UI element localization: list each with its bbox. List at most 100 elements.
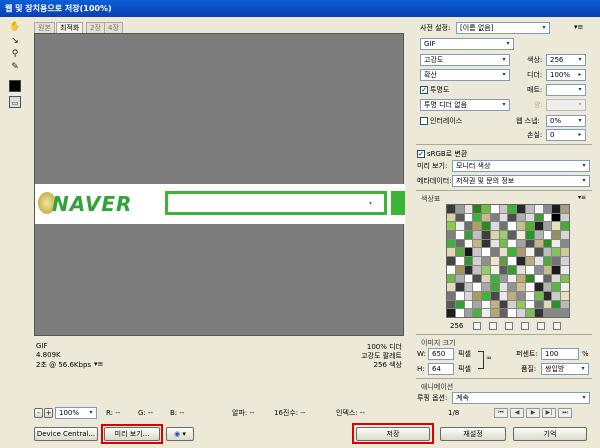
palette-swatch[interactable]	[490, 239, 499, 248]
palette-swatch[interactable]	[508, 222, 517, 231]
palette-swatch[interactable]	[517, 283, 526, 291]
srgb-checkbox[interactable]: ✓	[417, 150, 425, 158]
palette-swatch[interactable]	[447, 283, 455, 291]
palette-swatch[interactable]	[526, 309, 534, 317]
palette-swatch[interactable]	[490, 257, 499, 265]
palette-swatch[interactable]	[499, 283, 508, 291]
palette-swatch[interactable]	[543, 300, 552, 309]
palette-swatch[interactable]	[543, 257, 552, 265]
palette-swatch[interactable]	[447, 265, 455, 274]
new-color-icon[interactable]	[537, 322, 545, 330]
palette-swatch[interactable]	[464, 283, 473, 291]
tab-2up[interactable]: 2장	[86, 22, 105, 33]
color-reduction-select[interactable]: 고강도 ▾	[420, 54, 510, 66]
palette-swatch[interactable]	[464, 309, 473, 317]
palette-swatch[interactable]	[552, 274, 561, 283]
palette-swatch[interactable]	[464, 257, 473, 265]
palette-swatch[interactable]	[534, 231, 543, 239]
palette-swatch[interactable]	[482, 231, 490, 239]
palette-swatch[interactable]	[447, 222, 455, 231]
lossy-field[interactable]: 0 ▸	[546, 129, 586, 141]
palette-swatch[interactable]	[561, 257, 569, 265]
palette-swatch[interactable]	[517, 248, 526, 257]
next-frame-icon[interactable]: ▶|	[542, 408, 556, 418]
palette-swatch[interactable]	[534, 309, 543, 317]
preset-select[interactable]: [이름 없음] ▾	[456, 22, 550, 34]
palette-swatch[interactable]	[552, 265, 561, 274]
palette-swatch[interactable]	[447, 239, 455, 248]
tab-optimized[interactable]: 최적화	[56, 22, 84, 33]
palette-swatch[interactable]	[517, 213, 526, 222]
palette-swatch[interactable]	[526, 248, 534, 257]
palette-swatch[interactable]	[526, 231, 534, 239]
color-table-grid[interactable]	[446, 204, 570, 318]
preview-canvas[interactable]: NAVER ▾	[34, 33, 405, 336]
device-central-button[interactable]: Device Central...	[34, 427, 98, 441]
palette-swatch[interactable]	[526, 265, 534, 274]
palette-swatch[interactable]	[490, 265, 499, 274]
palette-swatch[interactable]	[482, 265, 490, 274]
palette-swatch[interactable]	[526, 257, 534, 265]
palette-swatch[interactable]	[543, 213, 552, 222]
last-frame-icon[interactable]: ⏭	[558, 408, 572, 418]
palette-swatch[interactable]	[499, 248, 508, 257]
palette-swatch[interactable]	[534, 283, 543, 291]
palette-swatch[interactable]	[490, 291, 499, 300]
palette-swatch[interactable]	[508, 213, 517, 222]
palette-swatch[interactable]	[455, 300, 464, 309]
palette-swatch[interactable]	[499, 231, 508, 239]
palette-swatch[interactable]	[482, 248, 490, 257]
palette-swatch[interactable]	[464, 205, 473, 213]
palette-swatch[interactable]	[482, 291, 490, 300]
palette-swatch[interactable]	[526, 205, 534, 213]
dither-algorithm-select[interactable]: 확산 ▾	[420, 69, 510, 81]
palette-swatch[interactable]	[552, 283, 561, 291]
palette-swatch[interactable]	[517, 291, 526, 300]
palette-swatch[interactable]	[455, 239, 464, 248]
palette-swatch[interactable]	[490, 213, 499, 222]
palette-swatch[interactable]	[473, 231, 482, 239]
palette-swatch[interactable]	[526, 222, 534, 231]
palette-swatch[interactable]	[534, 239, 543, 248]
palette-swatch[interactable]	[534, 274, 543, 283]
palette-swatch[interactable]	[482, 222, 490, 231]
palette-swatch[interactable]	[561, 239, 569, 248]
palette-swatch[interactable]	[473, 205, 482, 213]
palette-swatch[interactable]	[508, 205, 517, 213]
width-field[interactable]: 650	[428, 348, 454, 360]
palette-swatch[interactable]	[517, 265, 526, 274]
palette-swatch[interactable]	[499, 205, 508, 213]
palette-swatch[interactable]	[508, 265, 517, 274]
palette-swatch[interactable]	[561, 283, 569, 291]
palette-swatch[interactable]	[552, 231, 561, 239]
palette-swatch[interactable]	[473, 283, 482, 291]
palette-swatch[interactable]	[534, 205, 543, 213]
palette-swatch[interactable]	[455, 205, 464, 213]
palette-swatch[interactable]	[482, 239, 490, 248]
hand-tool-icon[interactable]: ✋	[9, 21, 21, 33]
palette-swatch[interactable]	[499, 274, 508, 283]
palette-swatch[interactable]	[508, 239, 517, 248]
palette-swatch[interactable]	[543, 239, 552, 248]
download-speed-menu-icon[interactable]: ▾≡	[94, 360, 103, 368]
palette-swatch[interactable]	[552, 222, 561, 231]
palette-swatch[interactable]	[526, 283, 534, 291]
palette-swatch[interactable]	[455, 213, 464, 222]
palette-swatch[interactable]	[455, 309, 464, 317]
palette-swatch[interactable]	[490, 300, 499, 309]
palette-swatch[interactable]	[482, 213, 490, 222]
palette-swatch[interactable]	[455, 274, 464, 283]
palette-swatch[interactable]	[508, 231, 517, 239]
palette-swatch[interactable]	[517, 300, 526, 309]
colors-select[interactable]: 256 ▾	[546, 54, 586, 66]
tab-original[interactable]: 원본	[34, 22, 55, 33]
palette-swatch[interactable]	[455, 222, 464, 231]
transparency-dither-select[interactable]: 투명 디더 없음 ▾	[420, 99, 510, 111]
palette-swatch[interactable]	[482, 205, 490, 213]
palette-swatch[interactable]	[455, 283, 464, 291]
palette-swatch[interactable]	[508, 283, 517, 291]
palette-swatch[interactable]	[447, 213, 455, 222]
first-frame-icon[interactable]: ⏮	[494, 408, 508, 418]
palette-swatch[interactable]	[543, 248, 552, 257]
palette-swatch[interactable]	[499, 222, 508, 231]
